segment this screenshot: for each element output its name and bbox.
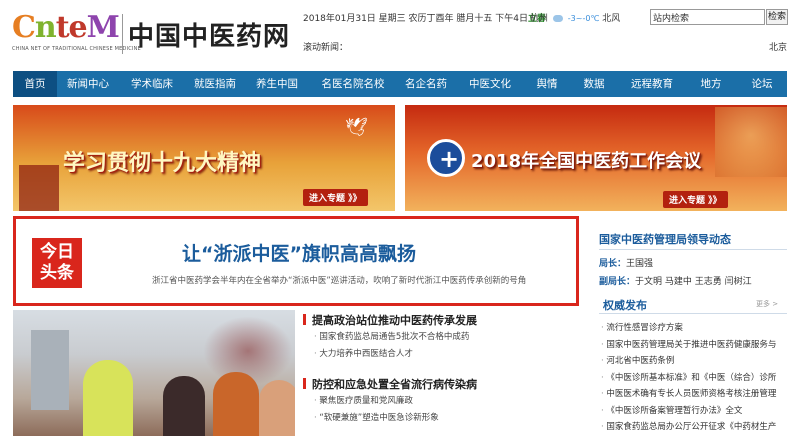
- person-graphic: [83, 360, 133, 436]
- search-button[interactable]: 检索: [766, 9, 788, 25]
- section-divider: [599, 249, 787, 250]
- more-link[interactable]: 更多 >: [756, 299, 778, 309]
- logo-wordmark: CnteM: [12, 10, 120, 45]
- person-graphic: [163, 376, 205, 436]
- news-headline[interactable]: 防控和应急处置全省流行病传染病: [303, 376, 477, 392]
- authority-list: 流行性感冒诊疗方案 国家中医药管理局关于推进中医药健康服务与 河北省中医药条例 …: [601, 320, 791, 436]
- news-item[interactable]: 国家食药监总局通告5批次不合格中成药: [314, 330, 469, 342]
- nav-item-famous-companies[interactable]: 名企名药: [397, 71, 455, 97]
- list-item[interactable]: 河北省中医药条例: [601, 353, 791, 370]
- headline-title[interactable]: 让“浙派中医”旗帜高高飘扬: [16, 239, 582, 266]
- leader-role: 副局长：: [599, 277, 636, 287]
- list-item[interactable]: 国家食药监总局办公厅公开征求《中药材生产: [601, 419, 791, 436]
- person-graphic: [213, 372, 259, 436]
- weather-city: 杭州: [530, 14, 549, 24]
- nav-item-data[interactable]: 数据: [569, 71, 619, 97]
- banner-left-title: 学习贯彻十九大精神: [63, 151, 262, 176]
- nav-item-local[interactable]: 地方: [685, 71, 737, 97]
- banner-tcm-conference[interactable]: 2018年全国中医药工作会议 进入专题 》》: [405, 105, 787, 211]
- news-headline[interactable]: 提高政治站位推动中医药传承发展: [303, 312, 477, 328]
- weather-temp: -3~-0℃: [567, 14, 600, 23]
- dove-icon: 🕊: [345, 117, 368, 138]
- section-divider: [599, 313, 787, 314]
- nav-item-famous-doctors[interactable]: 名医名院名校: [309, 71, 397, 97]
- news-item[interactable]: 大力培养中西医结合人才: [314, 347, 413, 359]
- nav-item-health[interactable]: 养生中国: [245, 71, 309, 97]
- headline-subtitle[interactable]: 浙江省中医药学会半年内在全省举办“浙派中医”巡讲活动，吹响了新时代浙江中医药传承…: [152, 274, 526, 286]
- gate-graphic: [715, 107, 787, 177]
- nav-item-public-opinion[interactable]: 舆情: [525, 71, 569, 97]
- authority-section-title[interactable]: 权威发布: [603, 297, 647, 313]
- logo-chinese-name[interactable]: 中国中医药网: [128, 16, 290, 53]
- news-item[interactable]: 聚焦医疗质量和党风廉政: [314, 394, 413, 406]
- site-logo[interactable]: CnteM CHINA NET OF TRADITIONAL CHINESE M…: [12, 10, 141, 56]
- building-graphic: [31, 330, 69, 410]
- nav-item-home[interactable]: 首页: [13, 71, 57, 97]
- administration-emblem-icon: [427, 139, 465, 177]
- leader-names[interactable]: 王国强: [626, 259, 653, 269]
- nav-item-medical-guide[interactable]: 就医指南: [185, 71, 245, 97]
- hall-graphic: [19, 165, 59, 211]
- leader-row-deputy: 副局长：于文明 马建中 王志勇 闫树江: [599, 274, 752, 287]
- weather-wind: 北风: [602, 14, 621, 24]
- list-item[interactable]: 流行性感冒诊疗方案: [601, 320, 791, 337]
- logo-divider: [122, 14, 123, 54]
- today-headline-box[interactable]: 今日 头条 让“浙派中医”旗帜高高飘扬 浙江省中医药学会半年内在全省举办“浙派中…: [13, 216, 579, 306]
- city-label[interactable]: 北京: [769, 40, 787, 53]
- logo-subtitle: CHINA NET OF TRADITIONAL CHINESE MEDICIN…: [12, 46, 141, 52]
- banner-right-title: 2018年全国中医药工作会议: [471, 151, 702, 172]
- nav-item-remote-education[interactable]: 远程教育: [619, 71, 685, 97]
- person-graphic: [259, 380, 295, 436]
- main-nav: 首页 新闻中心 学术临床 就医指南 养生中国 名医名院名校 名企名药 中医文化 …: [13, 71, 787, 97]
- leader-names[interactable]: 于文明 马建中 王志勇 闫树江: [635, 277, 752, 287]
- leader-row-director: 局长：王国强: [599, 256, 653, 269]
- site-search-input[interactable]: [650, 9, 765, 25]
- list-item[interactable]: 《中医诊所备案管理暂行办法》全文: [601, 403, 791, 420]
- news-item[interactable]: “软硬兼施”塑造中医急诊新形象: [314, 411, 438, 423]
- leaders-section-title[interactable]: 国家中医药管理局领导动态: [599, 231, 731, 247]
- weather-widget: 杭州 -3~-0℃ 北风: [530, 11, 620, 24]
- banner-left-enter-button[interactable]: 进入专题 》》: [303, 189, 368, 206]
- list-item[interactable]: 国家中医药管理局关于推进中医药健康服务与: [601, 337, 791, 354]
- date-text: 2018年01月31日 星期三 农历丁酉年 腊月十五 下午4日: [303, 14, 528, 24]
- nav-item-news[interactable]: 新闻中心: [57, 71, 119, 97]
- news-photo[interactable]: [13, 310, 295, 436]
- nav-item-academic[interactable]: 学术临床: [119, 71, 185, 97]
- date-line: 2018年01月31日 星期三 农历丁酉年 腊月十五 下午4日立春: [303, 11, 546, 24]
- scroll-news-label: 滚动新闻：: [303, 43, 349, 53]
- nav-item-forum[interactable]: 论坛: [737, 71, 787, 97]
- list-item[interactable]: 中医医术确有专长人员医师资格考核注册管理: [601, 386, 791, 403]
- site-header: CnteM CHINA NET OF TRADITIONAL CHINESE M…: [0, 0, 800, 70]
- leader-role: 局长：: [599, 259, 627, 269]
- badge-line-2: 头条: [40, 263, 74, 283]
- banner-right-enter-button[interactable]: 进入专题 》》: [663, 191, 728, 208]
- list-item[interactable]: 《中医诊所基本标准》和《中医（综合）诊所: [601, 370, 791, 387]
- cloud-icon: [552, 15, 563, 22]
- nav-item-culture[interactable]: 中医文化: [455, 71, 525, 97]
- banner-19th-congress[interactable]: 🕊 学习贯彻十九大精神 进入专题 》》: [13, 105, 395, 211]
